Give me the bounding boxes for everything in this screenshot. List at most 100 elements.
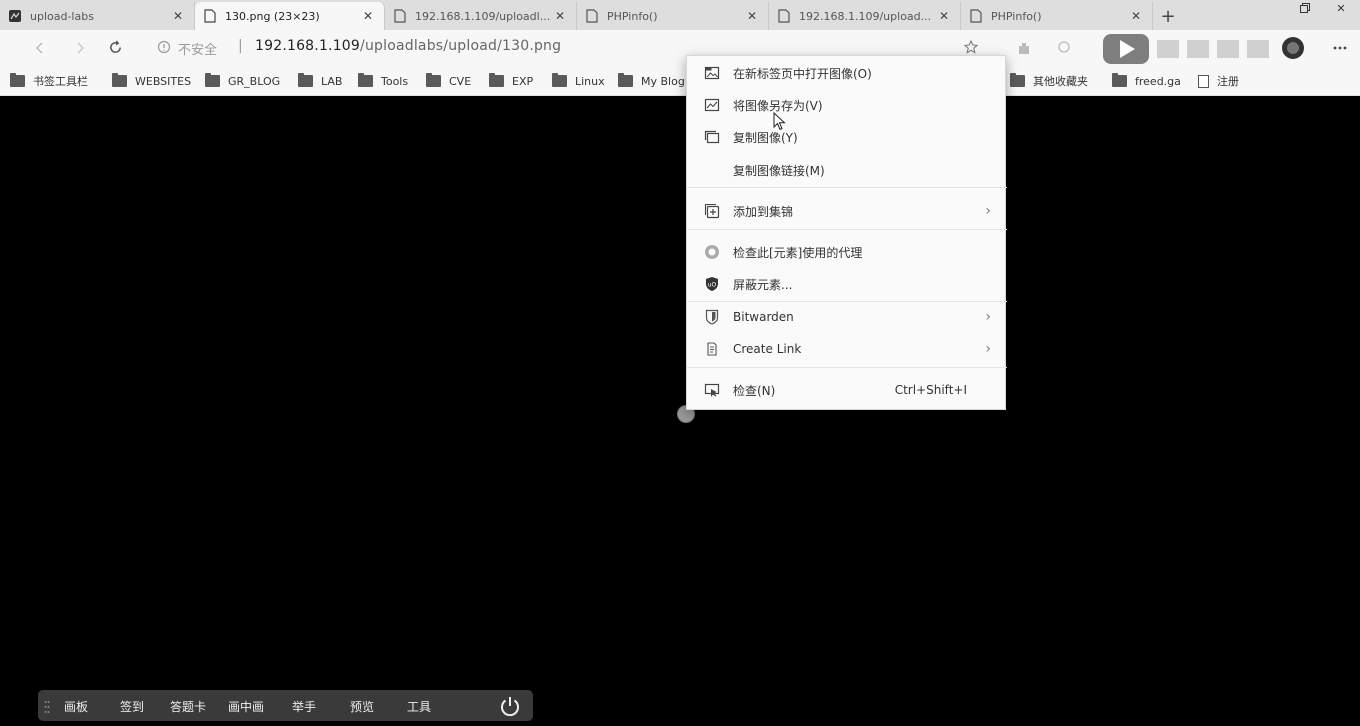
folder-icon	[112, 73, 127, 87]
bookmark-folder[interactable]: 其他收藏夹	[1010, 72, 1088, 90]
bookmark-folder[interactable]: EXP	[489, 72, 533, 90]
menu-item-label: 复制图像链接(M)	[733, 163, 825, 178]
ublock-shield-icon: uO	[703, 275, 721, 293]
warning-circle-icon[interactable]	[155, 38, 173, 56]
restore-window-icon[interactable]	[1290, 0, 1320, 16]
bookmark-folder[interactable]: Linux	[552, 72, 605, 90]
bookmark-folder[interactable]: 书签工具栏	[10, 72, 88, 90]
copy-image-icon	[703, 128, 721, 146]
menu-item-check-proxy[interactable]: 检查此[元素]使用的代理	[687, 238, 1007, 266]
context-menu: 在新标签页中打开图像(O) 将图像另存为(V) 复制图像(Y) 复制图像链接(M…	[686, 55, 1007, 410]
menu-item-open-image-new-tab[interactable]: 在新标签页中打开图像(O)	[687, 59, 1007, 87]
menu-item-shortcut: Ctrl+Shift+I	[894, 383, 967, 397]
favorite-star-icon[interactable]	[962, 38, 980, 56]
url-host: 192.168.1.109	[255, 38, 361, 54]
video-watermark-logo	[1095, 30, 1320, 66]
open-image-new-tab-icon	[703, 64, 721, 82]
menu-item-inspect[interactable]: 检查(N) Ctrl+Shift+I	[687, 376, 1007, 404]
folder-icon	[552, 73, 567, 87]
menu-item-label: Create Link	[733, 342, 802, 356]
close-icon[interactable]: ✕	[552, 8, 568, 24]
bookmark-folder[interactable]: WEBSITES	[112, 72, 191, 90]
tab-upload[interactable]: 192.168.1.109/upload... ✕	[769, 2, 961, 30]
close-icon[interactable]: ✕	[170, 8, 186, 24]
extension-icon[interactable]	[1015, 40, 1033, 58]
bookmark-folder[interactable]: LAB	[298, 72, 342, 90]
bookmark-folder[interactable]: freed.ga	[1112, 72, 1181, 90]
menu-separator	[687, 187, 1007, 188]
menu-item-block-element[interactable]: uO 屏蔽元素...	[687, 270, 1007, 298]
close-icon[interactable]: ✕	[936, 8, 952, 24]
new-tab-button[interactable]: +	[1153, 2, 1183, 30]
menu-item-label: 屏蔽元素...	[733, 277, 793, 292]
bookmark-folder[interactable]: My Blog	[618, 72, 685, 90]
bookmark-label: freed.ga	[1135, 74, 1181, 88]
menu-item-copy-image[interactable]: 复制图像(Y)	[687, 123, 1007, 151]
menu-item-add-to-collections[interactable]: 添加到集锦 ›	[687, 197, 1007, 225]
menu-item-label: 复制图像(Y)	[733, 130, 798, 145]
menu-separator	[687, 301, 1007, 302]
tab-title: 192.168.1.109/upload...	[799, 9, 932, 23]
bookmark-label: EXP	[512, 74, 534, 88]
tab-upload-labs[interactable]: upload-labs ✕	[0, 2, 195, 30]
tab-phpinfo-2[interactable]: PHPinfo() ✕	[961, 2, 1153, 30]
power-icon[interactable]	[498, 694, 522, 718]
browser-window: upload-labs ✕ 130.png (23×23) ✕ 192.168.…	[0, 0, 1360, 726]
menu-item-label: 检查此[元素]使用的代理	[733, 245, 863, 260]
tab-130-png[interactable]: 130.png (23×23) ✕	[195, 2, 385, 30]
tab-phpinfo[interactable]: PHPinfo() ✕	[577, 2, 769, 30]
menu-item-bitwarden[interactable]: Bitwarden ›	[687, 303, 1007, 331]
create-link-icon	[703, 340, 721, 358]
whiteboard-button[interactable]: 画板	[64, 698, 88, 715]
tab-strip: upload-labs ✕ 130.png (23×23) ✕ 192.168.…	[0, 0, 1360, 30]
bookmark-label: WEBSITES	[135, 74, 192, 88]
answer-card-button[interactable]: 答题卡	[170, 698, 206, 715]
bitwarden-icon	[703, 308, 721, 326]
close-window-icon[interactable]: ✕	[1326, 0, 1356, 16]
raise-hand-button[interactable]: 举手	[292, 698, 316, 715]
menu-item-label: 检查(N)	[733, 383, 776, 398]
collections-toolbar-icon[interactable]	[1055, 38, 1073, 56]
close-icon[interactable]: ✕	[1128, 8, 1144, 24]
close-icon[interactable]: ✕	[744, 8, 760, 24]
bookmark-label: Tools	[381, 74, 409, 88]
drag-handle-icon[interactable]	[44, 699, 50, 713]
preview-button[interactable]: 预览	[350, 698, 374, 715]
tools-button[interactable]: 工具	[407, 698, 431, 715]
bookmark-page[interactable]: 注册	[1198, 72, 1239, 90]
back-arrow-icon[interactable]	[30, 38, 50, 58]
not-secure-label[interactable]: 不安全	[178, 39, 217, 58]
inspect-icon	[703, 381, 721, 399]
chevron-right-icon: ›	[985, 309, 991, 325]
tab-title: 192.168.1.109/uploadl...	[415, 9, 551, 23]
bookmark-folder[interactable]: GR_BLOG	[205, 72, 280, 90]
page-icon	[393, 9, 407, 23]
address-bar-url[interactable]: 192.168.1.109/uploadlabs/upload/130.png	[255, 38, 561, 54]
bookmark-folder[interactable]: Tools	[358, 72, 408, 90]
menu-item-save-image-as[interactable]: 将图像另存为(V)	[687, 91, 1007, 119]
picture-in-picture-button[interactable]: 画中画	[228, 698, 264, 715]
refresh-icon[interactable]	[105, 37, 125, 57]
tab-uploadl[interactable]: 192.168.1.109/uploadl... ✕	[385, 2, 577, 30]
page-icon	[969, 9, 983, 23]
folder-icon	[205, 73, 220, 87]
chevron-right-icon: ›	[985, 341, 991, 357]
check-in-button[interactable]: 签到	[120, 698, 144, 715]
folder-icon	[426, 73, 441, 87]
menu-item-copy-image-link[interactable]: 复制图像链接(M)	[687, 156, 1007, 184]
more-options-icon[interactable]	[1330, 38, 1350, 58]
menu-separator	[687, 229, 1007, 230]
close-icon[interactable]: ✕	[360, 8, 376, 24]
tab-title: 130.png (23×23)	[225, 9, 320, 23]
bookmark-label: GR_BLOG	[228, 74, 281, 88]
bookmark-label: Linux	[575, 74, 605, 88]
menu-item-create-link[interactable]: Create Link ›	[687, 335, 1007, 363]
tab-title: upload-labs	[30, 9, 94, 23]
forward-arrow-icon[interactable]	[70, 38, 90, 58]
bookmarks-bar: 书签工具栏 WEBSITES GR_BLOG LAB Tools CVE EXP…	[0, 66, 1360, 96]
bookmark-label: 注册	[1217, 75, 1239, 88]
svg-text:uO: uO	[708, 282, 717, 289]
folder-icon	[10, 73, 25, 87]
bookmark-folder[interactable]: CVE	[426, 72, 471, 90]
chevron-right-icon: ›	[985, 203, 991, 219]
